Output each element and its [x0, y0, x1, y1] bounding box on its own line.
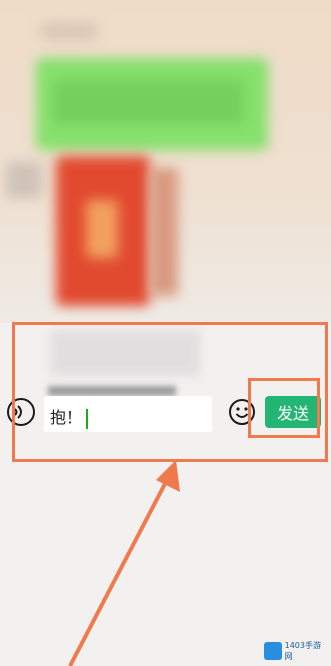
watermark-text: 1403手游网 — [284, 641, 321, 661]
arrow-annotation-icon — [68, 460, 180, 666]
watermark: 1403手游网 — [264, 640, 328, 662]
watermark-logo-icon — [264, 642, 282, 660]
